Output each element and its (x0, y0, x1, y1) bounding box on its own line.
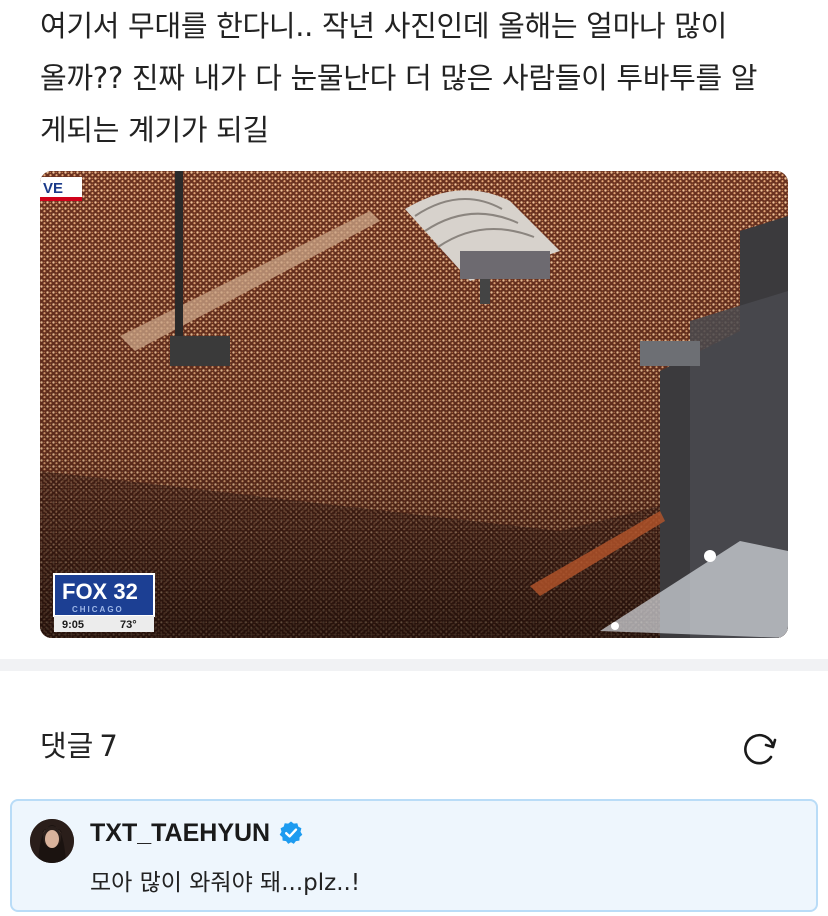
comment-author-row: TXT_TAEHYUN (90, 817, 304, 849)
verified-badge-icon (278, 820, 304, 846)
comment-text: 모아 많이 와줘야 돼...plz..! (90, 870, 361, 896)
channel-bug: FOX 32 CHICAGO 9:05 73° (53, 573, 155, 632)
post-page: 여기서 무대를 한다니.. 작년 사진인데 올해는 얼마나 많이 올까?? 진짜… (0, 0, 828, 916)
avatar[interactable] (30, 819, 74, 863)
refresh-icon (744, 733, 777, 765)
broadcast-temperature: 73° (120, 619, 137, 631)
channel-logo: FOX 32 (62, 579, 138, 604)
refresh-comments-button[interactable] (740, 729, 780, 769)
comments-label: 댓글 (40, 729, 94, 763)
channel-city: CHICAGO (72, 605, 124, 614)
crowd-photo-image: VE FOX 32 CHICAGO 9:05 73° (40, 171, 788, 638)
live-tag: VE (43, 180, 63, 197)
comments-count: 7 (99, 729, 118, 763)
avatar-image (30, 819, 74, 863)
comment-author[interactable]: TXT_TAEHYUN (90, 817, 270, 849)
section-divider (0, 659, 828, 671)
post-body-text: 여기서 무대를 한다니.. 작년 사진인데 올해는 얼마나 많이 올까?? 진짜… (40, 9, 758, 147)
post-photo[interactable]: VE FOX 32 CHICAGO 9:05 73° (40, 171, 788, 638)
comments-header: 댓글 7 (40, 726, 118, 766)
broadcast-time: 9:05 (62, 619, 84, 631)
highlighted-comment[interactable]: TXT_TAEHYUN 모아 많이 와줘야 돼...plz..! (10, 799, 818, 912)
